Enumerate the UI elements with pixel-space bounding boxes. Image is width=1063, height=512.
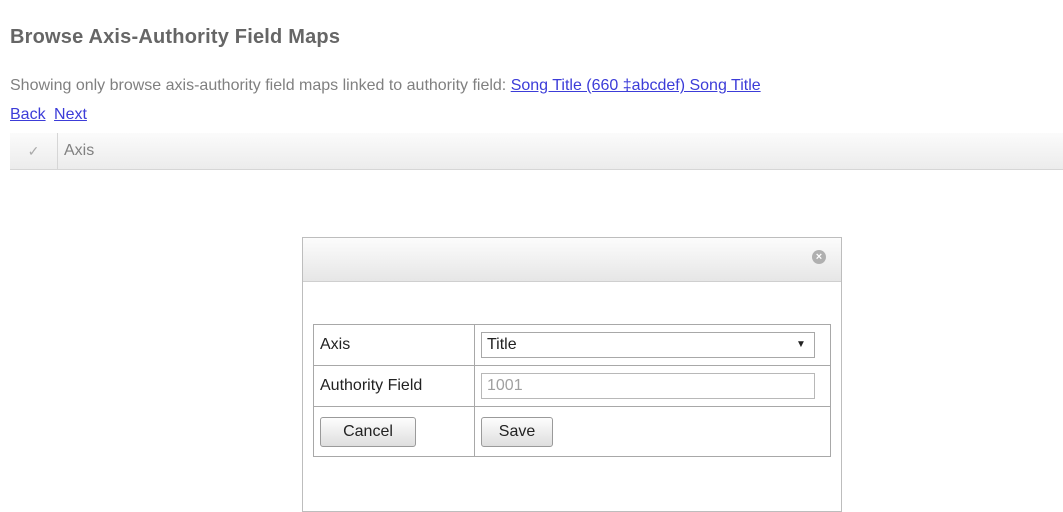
authority-field-input[interactable]: 1001	[481, 373, 815, 399]
authority-field-link[interactable]: Song Title (660 ‡abcdef) Song Title	[511, 77, 761, 94]
pager: Back Next	[10, 106, 91, 124]
authority-field-cell: 1001	[474, 365, 831, 407]
column-header-axis[interactable]: Axis	[58, 142, 94, 160]
axis-cell: Title ▼	[474, 324, 831, 366]
dialog-titlebar[interactable]: ×	[303, 238, 841, 282]
filter-description: Showing only browse axis-authority field…	[10, 77, 761, 95]
form-row-actions: Cancel Save	[313, 406, 831, 457]
form-row-axis: Axis Title ▼	[313, 324, 831, 366]
save-button[interactable]: Save	[481, 416, 553, 447]
axis-select[interactable]: Title ▼	[481, 332, 815, 358]
cancel-cell: Cancel	[313, 406, 475, 457]
grid-header: ✓ Axis	[10, 133, 1063, 170]
axis-label: Axis	[313, 324, 475, 366]
edit-dialog: × Axis Title ▼ Authority Field 1001 Canc…	[302, 237, 842, 512]
form-row-authority-field: Authority Field 1001	[313, 365, 831, 407]
page: Browse Axis-Authority Field Maps Showing…	[0, 0, 1063, 512]
dialog-form: Axis Title ▼ Authority Field 1001 Cancel	[313, 324, 831, 457]
cancel-button[interactable]: Cancel	[320, 416, 416, 447]
close-icon[interactable]: ×	[812, 250, 826, 264]
axis-select-value: Title	[487, 336, 517, 353]
filter-text: Showing only browse axis-authority field…	[10, 77, 511, 94]
save-cell: Save	[474, 406, 831, 457]
page-title: Browse Axis-Authority Field Maps	[10, 26, 341, 48]
authority-field-label: Authority Field	[313, 365, 475, 407]
next-link[interactable]: Next	[54, 106, 87, 123]
select-all-checkbox[interactable]: ✓	[10, 133, 58, 169]
back-link[interactable]: Back	[10, 106, 46, 123]
chevron-down-icon[interactable]: ▼	[788, 333, 814, 357]
